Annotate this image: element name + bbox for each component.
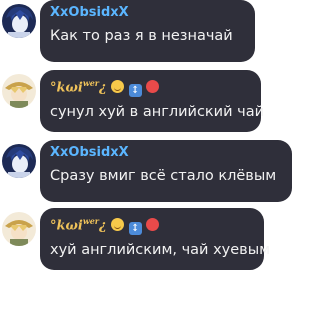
anime-hat-avatar-icon <box>2 74 36 108</box>
up-down-emoji-icon: ↕ <box>128 222 142 236</box>
author-name-suffix: ¿ <box>99 218 107 234</box>
author-name[interactable]: °kωiwer¿ ↕ <box>50 213 254 236</box>
anime-hat-avatar-icon <box>2 212 36 246</box>
user-avatar[interactable] <box>2 4 36 38</box>
user-avatar[interactable] <box>2 144 36 178</box>
message-bubble[interactable]: XxObsidxX Как то раз я в незначай <box>40 0 255 62</box>
author-name-main: °kωi <box>50 80 83 96</box>
smile-emoji-icon <box>111 80 125 94</box>
up-down-emoji-icon: ↕ <box>128 84 142 98</box>
chat-message: XxObsidxX Сразу вмиг всё стало клёвым <box>0 140 297 204</box>
author-name[interactable]: °kωiwer¿ ↕ <box>50 75 251 98</box>
user-avatar[interactable] <box>2 212 36 246</box>
message-bubble[interactable]: XxObsidxX Сразу вмиг всё стало клёвым <box>40 140 292 202</box>
author-name[interactable]: XxObsidxX <box>50 145 282 161</box>
author-name-main: °kωi <box>50 218 83 234</box>
user-avatar[interactable] <box>2 74 36 108</box>
message-bubble[interactable]: °kωiwer¿ ↕ хуй английским, чай хуевым <box>40 208 271 270</box>
author-name-sup: wer <box>82 216 100 226</box>
author-name-suffix: ¿ <box>99 80 107 96</box>
message-text: хуй английским, чай хуевым <box>50 242 271 259</box>
author-name[interactable]: XxObsidxX <box>50 5 245 21</box>
angry-face-emoji-icon <box>146 218 160 232</box>
chat-message: °kωiwer¿ ↕ сунул хуй в английский чай <box>0 70 297 134</box>
message-text: Как то раз я в незначай <box>50 28 233 44</box>
message-text: Сразу вмиг всё стало клёвым <box>50 168 277 184</box>
angry-face-emoji-icon <box>146 80 160 94</box>
smile-emoji-icon <box>111 218 125 232</box>
message-bubble[interactable]: °kωiwer¿ ↕ сунул хуй в английский чай <box>40 70 265 132</box>
chat-message: XxObsidxX Как то раз я в незначай <box>0 0 297 64</box>
chat-message: °kωiwer¿ ↕ хуй английским, чай хуевым <box>0 208 297 272</box>
message-text: сунул хуй в английский чай <box>50 104 265 121</box>
author-name-sup: wer <box>82 78 100 88</box>
anime-boy-avatar-icon <box>2 144 36 178</box>
anime-boy-avatar-icon <box>2 4 36 38</box>
